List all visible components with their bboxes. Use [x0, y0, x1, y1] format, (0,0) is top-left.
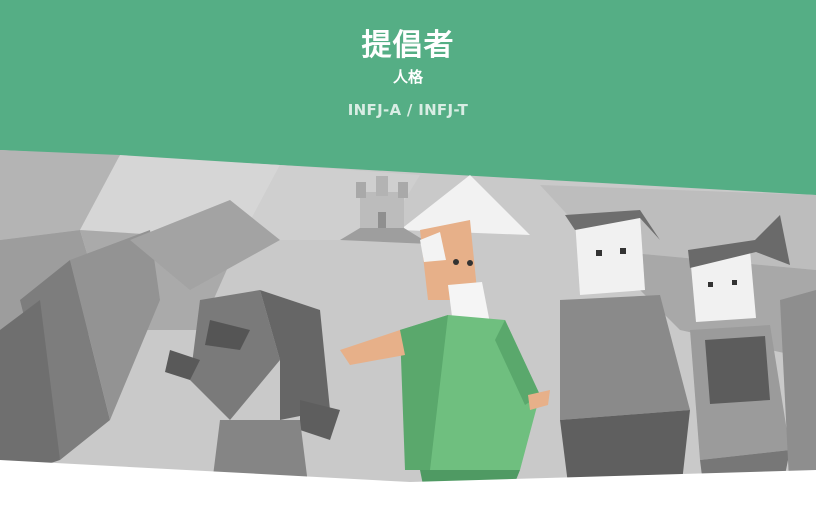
female-character: [688, 215, 790, 500]
page-title: 提倡者: [361, 28, 455, 63]
header-text: 提倡者 人格 INFJ-A / INFJ-T: [0, 0, 816, 120]
page-subtitle: 人格: [392, 68, 423, 86]
personality-type-codes: INFJ-A / INFJ-T: [347, 101, 469, 119]
